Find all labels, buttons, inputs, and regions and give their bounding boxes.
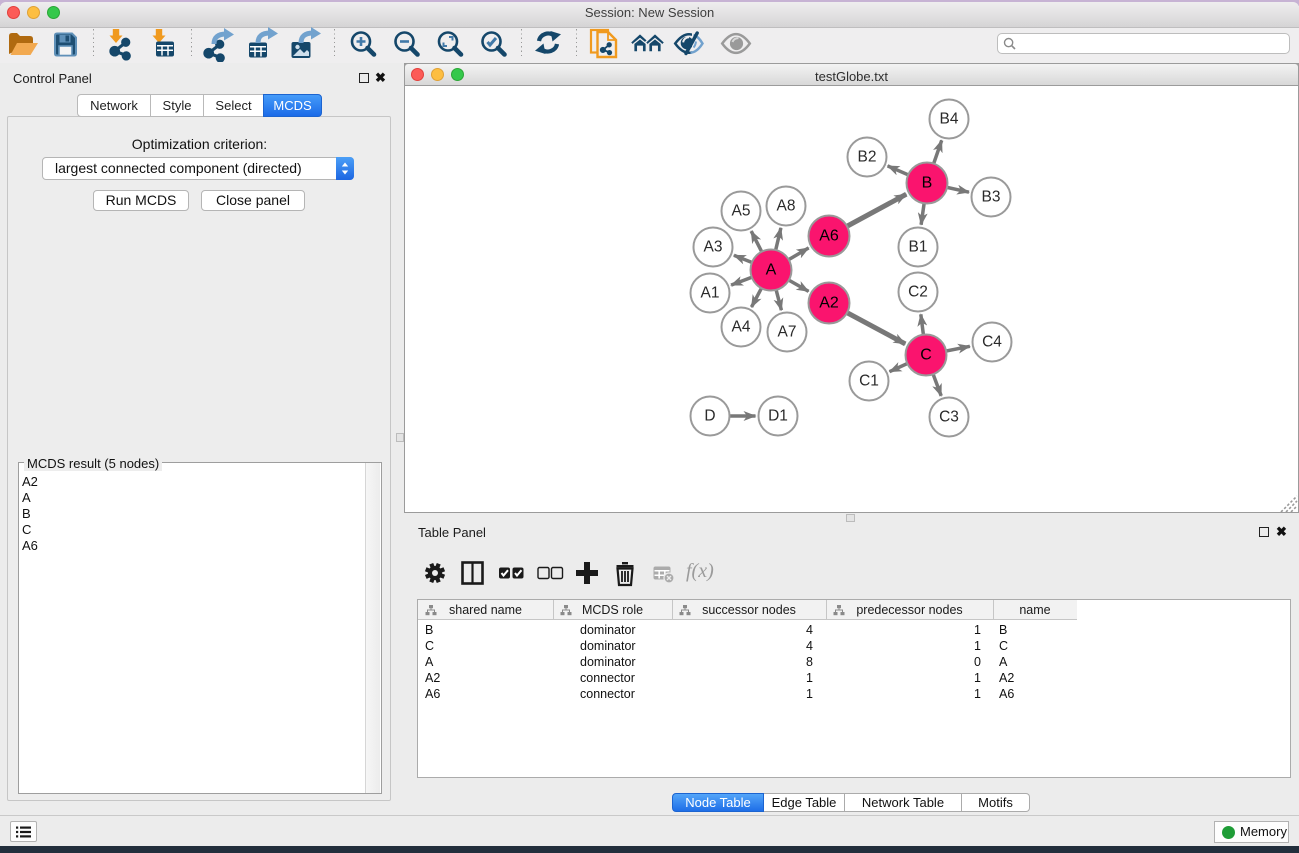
svg-text:B1: B1: [909, 239, 928, 256]
svg-text:B2: B2: [858, 149, 877, 166]
svg-text:A3: A3: [704, 239, 723, 256]
svg-text:B: B: [922, 175, 933, 192]
svg-text:C2: C2: [908, 284, 928, 301]
svg-text:A1: A1: [701, 285, 720, 302]
svg-text:D: D: [704, 408, 715, 425]
svg-text:A6: A6: [819, 228, 839, 245]
svg-text:A4: A4: [732, 319, 751, 336]
svg-text:A: A: [766, 262, 777, 279]
svg-text:A5: A5: [732, 203, 751, 220]
svg-text:C1: C1: [859, 373, 879, 390]
svg-text:C: C: [920, 347, 932, 364]
svg-text:A8: A8: [777, 198, 796, 215]
svg-text:A7: A7: [778, 324, 797, 341]
svg-text:B3: B3: [982, 189, 1001, 206]
svg-text:C3: C3: [939, 409, 959, 426]
svg-text:B4: B4: [940, 111, 959, 128]
svg-text:C4: C4: [982, 334, 1002, 351]
svg-text:A2: A2: [819, 295, 839, 312]
svg-text:D1: D1: [768, 408, 788, 425]
